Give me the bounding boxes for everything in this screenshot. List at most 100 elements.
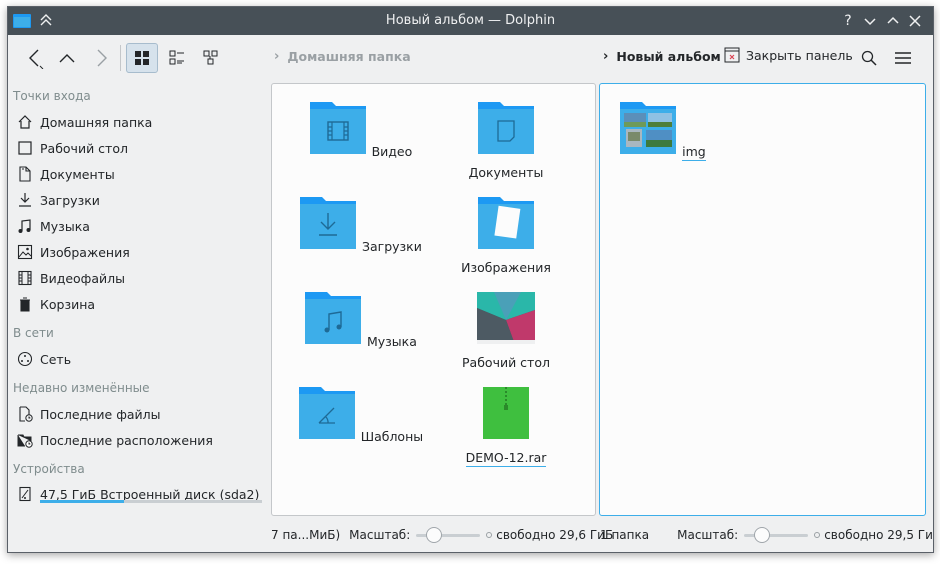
folder-music-icon bbox=[305, 292, 362, 344]
free-space-label: свободно 29,5 ГиБ bbox=[824, 528, 934, 542]
file-item[interactable]: Документы bbox=[441, 100, 571, 180]
file-name: Видео bbox=[371, 144, 413, 159]
view-details-icon bbox=[203, 50, 218, 65]
hamburger-menu-icon bbox=[895, 52, 911, 64]
folder-videos-icon bbox=[309, 102, 366, 154]
sidebar-item-recent-files[interactable]: Последние файлы bbox=[16, 403, 266, 425]
details-view-button[interactable] bbox=[196, 43, 226, 73]
network-icon bbox=[16, 350, 34, 368]
search-button[interactable] bbox=[856, 43, 882, 73]
sidebar-item-label: Изображения bbox=[40, 244, 130, 260]
status-summary: 7 па...МиБ) bbox=[271, 528, 341, 542]
chevron-up-icon bbox=[59, 54, 75, 63]
desktop-folder-icon bbox=[477, 292, 535, 344]
close-panel-icon bbox=[724, 47, 740, 63]
file-item[interactable]: Рабочий стол bbox=[441, 290, 571, 370]
file-item[interactable]: Видео bbox=[295, 100, 425, 159]
zoom-slider-handle[interactable] bbox=[753, 527, 770, 543]
zoom-label: Масштаб: bbox=[677, 528, 739, 542]
chevron-left-icon bbox=[29, 49, 44, 69]
maximize-button[interactable] bbox=[885, 13, 901, 29]
sidebar-item-recent-locations[interactable]: Последние расположения bbox=[16, 429, 266, 451]
minimize-button[interactable] bbox=[862, 13, 878, 29]
forward-button[interactable] bbox=[86, 43, 116, 73]
close-button[interactable] bbox=[907, 13, 923, 29]
sidebar-item-label: Рабочий стол bbox=[40, 140, 128, 156]
file-name: Документы bbox=[468, 165, 544, 180]
folder-images-icon bbox=[620, 102, 677, 154]
up-button[interactable] bbox=[52, 43, 82, 73]
sidebar-item-trash[interactable]: Корзина bbox=[16, 293, 266, 315]
icons-view-button[interactable] bbox=[126, 43, 158, 73]
disk-usage-fill bbox=[40, 500, 125, 503]
file-name: Рабочий стол bbox=[462, 355, 550, 370]
breadcrumb-arrow-icon: › bbox=[274, 49, 280, 64]
back-button[interactable] bbox=[20, 43, 50, 73]
file-item[interactable]: Музыка bbox=[295, 290, 425, 349]
zoom-label: Масштаб: bbox=[349, 528, 411, 542]
file-item[interactable]: Загрузки bbox=[295, 195, 425, 254]
left-file-panel[interactable]: Видео Документы Загрузки Изображения Муз… bbox=[271, 83, 596, 516]
sidebar-item-downloads[interactable]: Загрузки bbox=[16, 189, 266, 211]
recent-locations-icon bbox=[16, 431, 34, 449]
left-breadcrumb[interactable]: › Домашняя папка bbox=[274, 49, 411, 64]
downloads-icon bbox=[16, 191, 34, 209]
recent-files-icon bbox=[16, 405, 34, 423]
view-icons-icon bbox=[135, 51, 149, 65]
free-space-indicator-icon bbox=[486, 532, 493, 538]
trash-icon bbox=[16, 295, 34, 313]
sidebar-item-label: Музыка bbox=[40, 218, 90, 234]
folder-documents-icon bbox=[478, 102, 534, 154]
zoom-slider[interactable] bbox=[744, 527, 809, 543]
sidebar-item-label: Корзина bbox=[40, 296, 96, 312]
sidebar-item-label: Загрузки bbox=[40, 192, 100, 208]
file-name: Загрузки bbox=[361, 239, 422, 254]
sidebar-item-network[interactable]: Сеть bbox=[16, 348, 266, 370]
sidebar-item-pictures[interactable]: Изображения bbox=[16, 241, 266, 263]
file-name: Изображения bbox=[461, 260, 551, 275]
close-panel-label: Закрыть панель bbox=[746, 47, 853, 63]
videos-icon bbox=[16, 269, 34, 287]
folder-pictures-icon bbox=[478, 197, 534, 249]
status-summary: 1 папка bbox=[600, 528, 650, 542]
breadcrumb-current-folder[interactable]: Новый альбом bbox=[616, 49, 720, 64]
free-space-indicator-icon bbox=[814, 532, 821, 538]
file-name: img bbox=[682, 144, 706, 161]
close-panel-button[interactable]: Закрыть панель bbox=[724, 47, 853, 63]
right-status-bar: 1 папка Масштаб: свободно 29,5 ГиБ bbox=[600, 521, 934, 549]
free-space-label: свободно 29,6 ГиБ bbox=[496, 528, 614, 542]
music-icon bbox=[16, 217, 34, 235]
breadcrumb-arrow-icon: › bbox=[603, 49, 609, 64]
places-section-header: Точки входа bbox=[13, 89, 91, 103]
right-file-panel[interactable]: img bbox=[599, 83, 926, 516]
compact-view-button[interactable] bbox=[162, 43, 192, 73]
sidebar-item-label: Последние файлы bbox=[40, 406, 161, 422]
sidebar-item-desktop[interactable]: Рабочий стол bbox=[16, 137, 266, 159]
menu-button[interactable] bbox=[890, 43, 916, 73]
toolbar-separator bbox=[120, 45, 121, 71]
disk-usage-bar bbox=[40, 500, 262, 503]
dolphin-window: Новый альбом — Dolphin ? › Домашняя папк… bbox=[7, 6, 934, 553]
breadcrumb-home[interactable]: Домашняя папка bbox=[287, 49, 410, 64]
zoom-slider[interactable] bbox=[416, 527, 481, 543]
title-bar[interactable]: Новый альбом — Dolphin ? bbox=[8, 7, 933, 35]
sidebar-item-documents[interactable]: Документы bbox=[16, 163, 266, 185]
sidebar-item-label: Видеофайлы bbox=[40, 270, 126, 286]
sidebar-item-videos[interactable]: Видеофайлы bbox=[16, 267, 266, 289]
zoom-slider-handle[interactable] bbox=[425, 527, 442, 543]
sidebar-item-home[interactable]: Домашняя папка bbox=[16, 111, 266, 133]
file-item[interactable]: DEMO-12.rar bbox=[441, 385, 571, 467]
drive-icon bbox=[16, 485, 34, 503]
right-breadcrumb[interactable]: › Новый альбом bbox=[603, 49, 721, 64]
file-item[interactable]: Шаблоны bbox=[295, 385, 425, 444]
window-title: Новый альбом — Dolphin bbox=[385, 13, 556, 28]
file-item[interactable]: Изображения bbox=[441, 195, 571, 275]
sidebar-item-music[interactable]: Музыка bbox=[16, 215, 266, 237]
file-item[interactable]: img bbox=[597, 100, 727, 161]
help-button[interactable]: ? bbox=[840, 13, 856, 29]
recent-section-header: Недавно изменённые bbox=[13, 381, 150, 395]
folder-templates-icon bbox=[298, 387, 355, 439]
view-compact-icon bbox=[169, 50, 184, 65]
home-icon bbox=[16, 113, 34, 131]
main-toolbar: › Домашняя папка › Новый альбом Закрыть … bbox=[8, 35, 933, 81]
